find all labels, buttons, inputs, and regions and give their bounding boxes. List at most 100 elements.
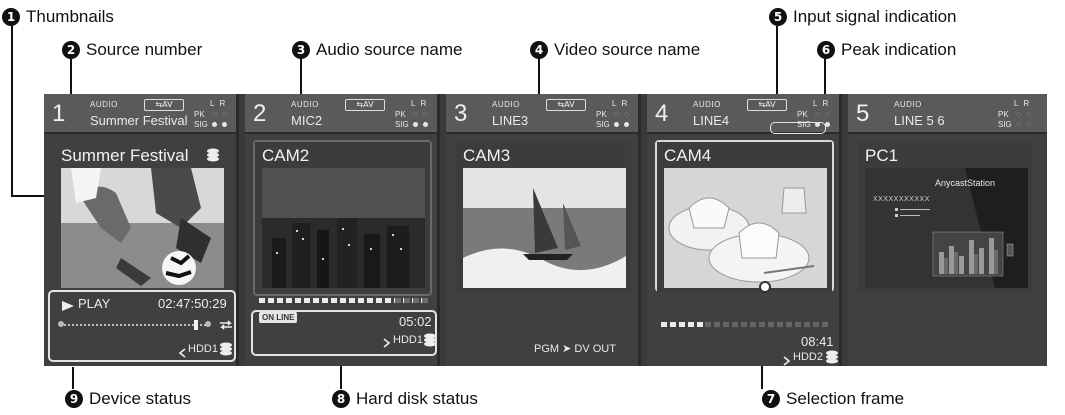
av-link-icon: ⇆AV [747, 99, 787, 111]
channel-4[interactable]: 4 AUDIO LINE4 ⇆AV LR PK SIG CAM4 08:41 H… [647, 94, 842, 366]
leader-line [72, 367, 74, 389]
channel-header: 3 AUDIO LINE3 ⇆AV LR PK SIG [446, 94, 638, 134]
signal-led-l [212, 122, 217, 127]
pc-slide-line: XXXXXXXXXXX [873, 196, 930, 203]
av-link-icon: ⇆AV [144, 99, 184, 111]
video-area: Summer Festival [54, 142, 229, 292]
disk-free-bar [705, 322, 831, 327]
source-number: 3 [454, 100, 468, 127]
callout-number: 7 [762, 390, 780, 408]
peak-label: PK [998, 110, 1009, 119]
signal-label: SIG [596, 120, 610, 129]
device-name: HDD2 [793, 351, 823, 363]
callout-audio-source-name: 3 Audio source name [292, 40, 462, 60]
leader-line [11, 26, 13, 196]
source-number: 4 [655, 100, 669, 127]
callout-label: Thumbnails [26, 7, 114, 26]
signal-led-l [614, 122, 619, 127]
callout-thumbnails: 1 Thumbnails [2, 7, 114, 27]
channel-header: 5 AUDIO LINE 5 6 LR PK SIG [848, 94, 1047, 134]
remaining-time: 08:41 [801, 334, 834, 349]
pc-slide-title: AnycastStation [935, 178, 996, 188]
audio-source-name: MIC2 [291, 113, 323, 128]
channel-2[interactable]: 2 AUDIO MIC2 ⇆AV LR PK SIG CAM2 ON LINE … [245, 94, 440, 366]
peak-label: PK [596, 110, 607, 119]
callout-number: 3 [292, 41, 310, 59]
audio-label: AUDIO [492, 100, 520, 109]
callout-label: Device status [89, 389, 192, 408]
channel-5[interactable]: 5 AUDIO LINE 5 6 LR PK SIG PC1 AnycastSt… [848, 94, 1047, 366]
callout-label: Video source name [554, 40, 701, 59]
hard-disk-status: 08:41 HDD2 [651, 290, 838, 366]
peak-led-l [1016, 112, 1021, 117]
callout-number: 9 [65, 390, 83, 408]
audio-source-name: LINE 5 6 [894, 113, 945, 128]
audio-label: AUDIO [693, 100, 721, 109]
disk-stack-icon [206, 148, 220, 162]
callout-label: Hard disk status [356, 389, 478, 408]
thumbnail [664, 168, 827, 288]
signal-label: SIG [998, 120, 1012, 129]
signal-led-r [423, 122, 428, 127]
callout-selection-frame: 7 Selection frame [762, 389, 904, 409]
signal-label: SIG [395, 120, 409, 129]
thumbnail [463, 168, 626, 288]
callout-input-signal-indication: 5 Input signal indication [769, 7, 957, 27]
peak-label: PK [395, 110, 406, 119]
peak-led-r [423, 112, 428, 117]
callout-label: Source number [86, 40, 203, 59]
video-source-name: PC1 [865, 146, 899, 165]
audio-source-name: LINE4 [693, 113, 730, 128]
channel-header: 1 AUDIO Summer Festival ⇆AV LR PK SIG [44, 94, 236, 134]
video-area: CAM4 [657, 142, 832, 292]
disk-stack-icon [825, 350, 839, 369]
peak-label: PK [797, 110, 808, 119]
callout-label: Selection frame [786, 389, 905, 408]
peak-led-r [624, 112, 629, 117]
audio-label: AUDIO [894, 100, 922, 109]
signal-led-r [624, 122, 629, 127]
video-source-name: CAM3 [463, 146, 511, 165]
peak-led-l [815, 112, 820, 117]
video-source-name: CAM4 [664, 146, 712, 165]
peak-led-l [614, 112, 619, 117]
thumbnail [262, 168, 425, 288]
leader-line [70, 58, 72, 98]
callout-hard-disk-status: 8 Hard disk status [332, 389, 478, 409]
callout-number: 2 [62, 41, 80, 59]
hard-disk-status-highlight [251, 310, 437, 356]
callout-number: 1 [2, 8, 20, 26]
av-link-icon: ⇆AV [345, 99, 385, 111]
peak-led-r [1026, 112, 1031, 117]
channel-3[interactable]: 3 AUDIO LINE3 ⇆AV LR PK SIG CAM3 PGM ➤ D… [446, 94, 641, 366]
lr-label: LR [210, 99, 231, 108]
output-route: PGM ➤ DV OUT [534, 343, 616, 355]
peak-led-r [222, 112, 227, 117]
callout-peak-indication: 6 Peak indication [817, 40, 956, 60]
video-source-name: Summer Festival [61, 146, 189, 165]
peak-led-l [212, 112, 217, 117]
callout-label: Peak indication [841, 40, 957, 59]
disk-free-bar [395, 298, 429, 303]
lr-label: LR [411, 99, 432, 108]
channel-1[interactable]: 1 AUDIO Summer Festival ⇆AV LR PK SIG Su… [44, 94, 239, 366]
av-link-icon: ⇆AV [546, 99, 586, 111]
lr-label: LR [612, 99, 633, 108]
audio-label: AUDIO [291, 100, 319, 109]
thumbnail [61, 168, 224, 288]
peak-led-l [413, 112, 418, 117]
video-area: CAM3 [456, 142, 631, 292]
signal-label: SIG [194, 120, 208, 129]
callout-number: 8 [332, 390, 350, 408]
video-source-name: CAM2 [262, 146, 310, 165]
disk-usage-bar [661, 322, 705, 327]
source-number: 2 [253, 100, 267, 127]
signal-led-r [1026, 122, 1031, 127]
callout-label: Input signal indication [793, 7, 957, 26]
play-direction-icon [783, 353, 791, 371]
audio-source-name: LINE3 [492, 113, 529, 128]
peak-led-r [825, 112, 830, 117]
audio-label: AUDIO [90, 100, 118, 109]
peak-label: PK [194, 110, 205, 119]
signal-led-l [413, 122, 418, 127]
